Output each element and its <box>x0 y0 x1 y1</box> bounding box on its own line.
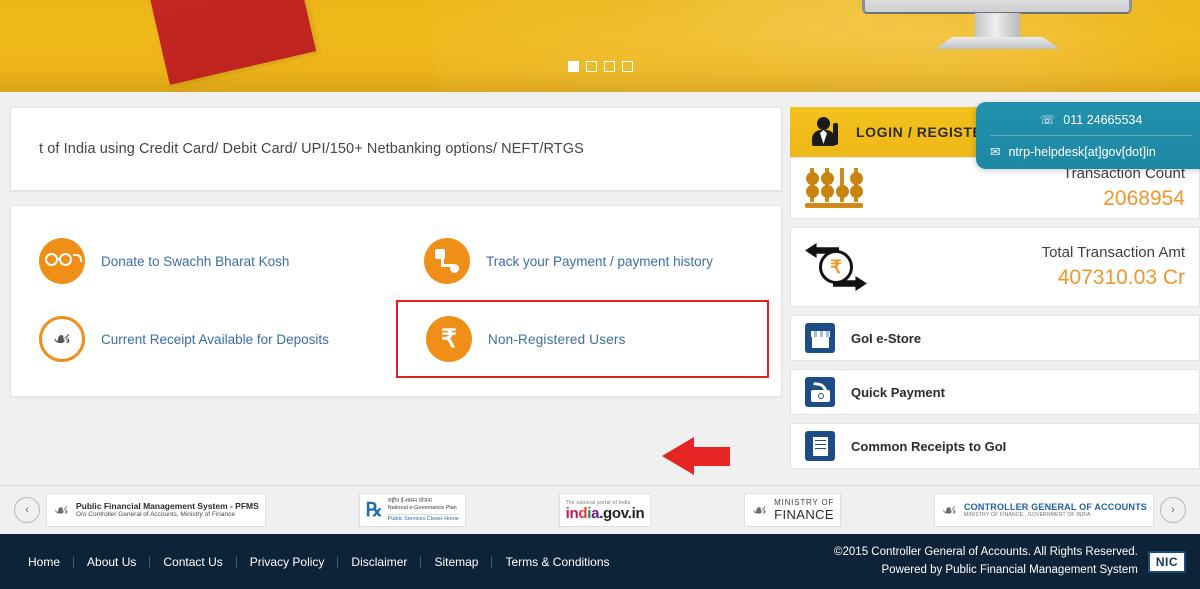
footer-copyright-block: ©2015 Controller General of Accounts. Al… <box>834 544 1138 579</box>
quick-link-label: Track your Payment / payment history <box>486 253 713 269</box>
login-register-button[interactable]: LOGIN / REGISTER ☏ 011 24665534 ✉ ntrp-h… <box>790 102 1200 169</box>
main-content: t of India using Credit Card/ Debit Card… <box>0 92 1200 485</box>
footer-link-privacy-policy[interactable]: Privacy Policy <box>237 555 339 568</box>
pfms-logo-line1: Public Financial Management System - PFM… <box>76 501 259 511</box>
site-footer: Home About Us Contact Us Privacy Policy … <box>0 534 1200 589</box>
footer-link-terms-conditions[interactable]: Terms & Conditions <box>492 556 622 568</box>
footer-link-sitemap[interactable]: Sitemap <box>421 555 493 568</box>
footer-right: ©2015 Controller General of Accounts. Al… <box>834 544 1186 579</box>
logo-carousel-next-button[interactable]: › <box>1160 497 1186 523</box>
track-payment-icon <box>424 238 470 284</box>
red-pointer-arrow-icon <box>662 437 730 475</box>
emblem-icon: ☙ <box>751 500 768 520</box>
carousel-dot-2[interactable] <box>585 61 597 72</box>
quick-link-donate-swachh-bharat-kosh[interactable]: Donate to Swachh Bharat Kosh <box>11 222 396 300</box>
footer-link-disclaimer[interactable]: Disclaimer <box>338 555 422 568</box>
egov-mark-icon: ℞ <box>365 499 383 521</box>
abacus-icon <box>805 168 863 208</box>
right-sidebar: LOGIN / REGISTER ☏ 011 24665534 ✉ ntrp-h… <box>790 102 1200 485</box>
store-icon <box>805 323 835 353</box>
monitor-chin <box>862 0 1132 14</box>
footer-powered-by: Powered by Public Financial Management S… <box>881 563 1138 576</box>
cga-logo-line1: CONTROLLER GENERAL OF ACCOUNTS <box>963 501 1147 512</box>
mof-logo-line2: FINANCE <box>774 506 834 522</box>
sidebar-item-label: Quick Payment <box>851 384 945 400</box>
user-icon <box>812 117 842 147</box>
sidebar-item-label: GoI e-Store <box>851 330 922 346</box>
india-gov-logo[interactable]: The national portal of India india.gov.i… <box>558 493 652 527</box>
logo-carousel-prev-button[interactable]: ‹ <box>14 497 40 523</box>
helpdesk-email-row[interactable]: ✉ ntrp-helpdesk[at]gov[dot]in <box>990 136 1192 160</box>
hero-banner <box>0 0 1200 92</box>
helpdesk-phone: 011 24665534 <box>1063 112 1143 127</box>
monitor-illustration <box>862 0 1132 49</box>
emblem-icon: ☙ <box>941 500 958 520</box>
egov-logo-line1: राष्ट्रीय ई-शासन योजना <box>387 497 432 504</box>
stat-text-block: Total Transaction Amt 407310.03 Cr <box>1042 244 1185 289</box>
footer-link-home[interactable]: Home <box>14 555 75 568</box>
emblem-icon: ☙ <box>53 500 70 520</box>
quick-link-label: Non-Registered Users <box>488 331 626 347</box>
carousel-indicators[interactable] <box>0 61 1200 72</box>
quick-payment-icon <box>805 377 835 407</box>
egov-logo-line3: Public Services Closer Home <box>387 514 459 523</box>
egov-logo-line2: National e-Governance Plan <box>387 505 457 511</box>
mail-icon: ✉ <box>990 145 1001 159</box>
sidebar-item-quick-payment[interactable]: Quick Payment <box>790 369 1200 415</box>
pfms-logo-line2: O/o Controller General of Accounts, Mini… <box>76 511 235 519</box>
stat-label: Total Transaction Amt <box>1041 244 1185 262</box>
carousel-dot-3[interactable] <box>603 61 615 72</box>
intro-text: t of India using Credit Card/ Debit Card… <box>39 141 584 157</box>
logo-track: ☙ Public Financial Management System - P… <box>46 493 1154 527</box>
monitor-base <box>935 37 1060 49</box>
stat-value: 407310.03 Cr <box>1057 265 1185 289</box>
left-column: t of India using Credit Card/ Debit Card… <box>0 107 790 485</box>
glasses-icon <box>39 238 85 284</box>
helpdesk-popup: ☏ 011 24665534 ✉ ntrp-helpdesk[at]gov[do… <box>976 102 1200 169</box>
carousel-dot-4[interactable] <box>621 61 633 72</box>
quick-link-non-registered-users[interactable]: ₹ Non-Registered Users <box>396 300 769 378</box>
sidebar-item-common-receipts[interactable]: Common Receipts to GoI <box>790 423 1200 469</box>
cga-logo-line2: MINISTRY OF FINANCE., GOVERNMENT OF INDI… <box>963 512 1091 519</box>
stat-total-transaction-amount: ₹ Total Transaction Amt 407310.03 Cr <box>790 227 1200 307</box>
partner-logo-bar: ‹ ☙ Public Financial Management System -… <box>0 485 1200 534</box>
footer-nav: Home About Us Contact Us Privacy Policy … <box>14 555 623 568</box>
rupee-exchange-icon: ₹ <box>805 241 867 293</box>
nic-logo: NIC <box>1147 550 1186 573</box>
quick-link-label: Current Receipt Available for Deposits <box>101 331 329 347</box>
india-gov-wordmark: india.gov.in <box>565 504 645 522</box>
ministry-of-finance-logo[interactable]: ☙ MINISTRY OF FINANCE <box>744 493 842 527</box>
helpdesk-phone-row[interactable]: ☏ 011 24665534 <box>990 112 1192 136</box>
carousel-dot-1[interactable] <box>567 61 579 72</box>
pfms-logo[interactable]: ☙ Public Financial Management System - P… <box>46 493 266 527</box>
receipt-icon <box>805 431 835 461</box>
stat-text-block: Transaction Count 2068954 <box>1063 165 1185 210</box>
footer-copyright: ©2015 Controller General of Accounts. Al… <box>834 546 1138 559</box>
emblem-icon: ☙ <box>39 316 85 362</box>
phone-icon: ☏ <box>1039 113 1056 127</box>
stat-value: 2068954 <box>1103 186 1185 210</box>
quick-link-label: Donate to Swachh Bharat Kosh <box>101 253 290 269</box>
page-root: t of India using Credit Card/ Debit Card… <box>0 0 1200 589</box>
sidebar-item-label: Common Receipts to GoI <box>851 438 1007 454</box>
ticket-illustration <box>133 0 317 85</box>
rupee-icon: ₹ <box>426 316 472 362</box>
footer-link-about-us[interactable]: About Us <box>74 555 151 568</box>
helpdesk-email: ntrp-helpdesk[at]gov[dot]in <box>1008 144 1156 159</box>
intro-panel: t of India using Credit Card/ Debit Card… <box>10 107 782 191</box>
quick-link-track-payment[interactable]: Track your Payment / payment history <box>396 222 781 300</box>
egov-logo[interactable]: ℞ राष्ट्रीय ई-शासन योजना National e-Gove… <box>358 493 466 527</box>
quick-link-current-receipt-deposits[interactable]: ☙ Current Receipt Available for Deposits <box>11 300 396 378</box>
quick-links-panel: Donate to Swachh Bharat Kosh Track your … <box>10 205 782 397</box>
sidebar-item-goi-estore[interactable]: GoI e-Store <box>790 315 1200 361</box>
cga-logo[interactable]: ☙ CONTROLLER GENERAL OF ACCOUNTS MINISTR… <box>933 493 1154 527</box>
footer-link-contact-us[interactable]: Contact Us <box>150 555 237 568</box>
quick-links-grid: Donate to Swachh Bharat Kosh Track your … <box>11 222 781 378</box>
login-register-label: LOGIN / REGISTER <box>856 124 994 140</box>
